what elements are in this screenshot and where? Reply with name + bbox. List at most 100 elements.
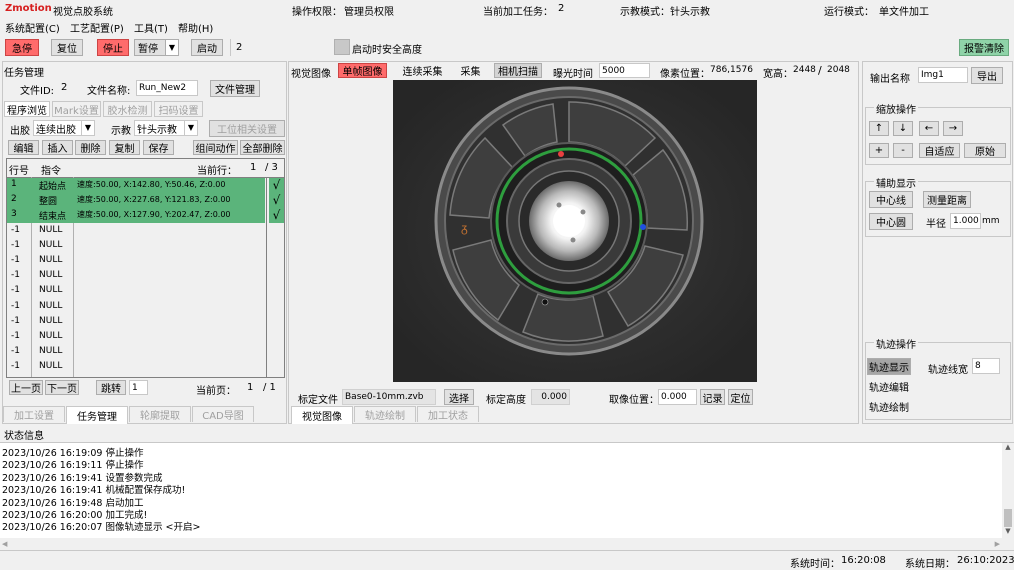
center-circle-button[interactable]: 中心圆 [869, 213, 913, 230]
table-row[interactable]: 1 起始点 速度:50.00, X:142.80, Y:50.46, Z:0.00 √ [7, 178, 284, 193]
table-row[interactable]: -1 NULL [7, 360, 265, 375]
file-mgmt-button[interactable]: 文件管理 [210, 80, 260, 97]
menu-tools[interactable]: 工具(T) [134, 20, 168, 35]
camera-image[interactable]: ᵹ [393, 80, 757, 382]
table-row[interactable]: -1 NULL [7, 315, 265, 330]
station-settings-button[interactable]: 工位相关设置 [209, 120, 285, 137]
menu-help[interactable]: 帮助(H) [178, 20, 213, 35]
vertical-scrollbar[interactable]: ▲ ▼ [1002, 443, 1014, 538]
tab-process-status[interactable]: 加工状态 [417, 406, 479, 422]
table-row[interactable]: -1 NULL [7, 269, 265, 284]
teach-select[interactable]: 针头示教 ▼ [134, 120, 198, 136]
log-line: 2023/10/26 16:19:11 停止操作 [2, 460, 144, 472]
table-row[interactable]: 2 整圆 速度:50.00, X:227.68, Y:121.83, Z:0.00 √ [7, 193, 284, 209]
zoom-in-icon[interactable]: + [869, 143, 889, 158]
calib-file-field[interactable]: Base0-10mm.zvb [342, 389, 436, 405]
row-number: -1 [11, 255, 20, 265]
edit-button[interactable]: 编辑 [8, 140, 39, 155]
delete-all-button[interactable]: 全部删除 [240, 140, 285, 155]
pause-button[interactable]: 暂停 ▼ [134, 39, 179, 56]
capture-pos-field[interactable]: 0.000 [658, 389, 697, 405]
subtab-program-browse[interactable]: 程序浏览 [4, 101, 50, 117]
output-name-field[interactable]: Img1 [918, 67, 968, 83]
table-row[interactable]: -1 NULL [7, 239, 265, 254]
reset-button[interactable]: 复位 [51, 39, 83, 56]
table-row[interactable]: -1 NULL [7, 254, 265, 269]
scroll-left-icon[interactable]: ◀ [2, 538, 7, 550]
chevron-down-icon[interactable]: ▼ [165, 40, 178, 55]
tab-contour-extract[interactable]: 轮廓提取 [129, 406, 191, 422]
dispense-select[interactable]: 连续出胶 ▼ [33, 120, 95, 136]
row-number: -1 [11, 224, 20, 235]
radius-field[interactable]: 1.000 [950, 213, 981, 229]
track-show-button[interactable]: 轨迹显示 [867, 358, 911, 375]
calib-height-field[interactable]: 0.000 [531, 389, 570, 405]
estop-button[interactable]: 急停 [5, 39, 39, 56]
row-check-icon[interactable]: √ [269, 193, 284, 209]
horizontal-scrollbar[interactable]: ◀ ▶ [0, 538, 1014, 550]
arrow-right-icon[interactable]: → [943, 121, 963, 136]
delete-button[interactable]: 删除 [75, 140, 106, 155]
capture-button[interactable]: 采集 [455, 63, 486, 78]
alarm-clear-button[interactable]: 报警清除 [959, 39, 1009, 56]
arrow-down-icon[interactable]: ↓ [893, 121, 913, 136]
stop-button[interactable]: 停止 [97, 39, 129, 56]
tab-cad-import[interactable]: CAD导图 [192, 406, 254, 422]
center-line-button[interactable]: 中心线 [869, 191, 913, 208]
table-row[interactable]: -1 NULL [7, 330, 265, 345]
row-check-icon[interactable]: √ [269, 208, 284, 224]
copy-button[interactable]: 复制 [109, 140, 140, 155]
scroll-thumb[interactable] [1004, 509, 1012, 527]
zoom-out-icon[interactable]: - [893, 143, 913, 158]
safe-height-checkbox[interactable] [334, 39, 350, 55]
exposure-field[interactable]: 5000 [599, 63, 650, 78]
track-width-field[interactable]: 8 [972, 358, 1000, 374]
subtab-mark-settings[interactable]: Mark设置 [52, 101, 101, 117]
jump-page-field[interactable]: 1 [129, 380, 148, 395]
menu-system-config[interactable]: 系统配置(C) [5, 20, 60, 35]
fit-button[interactable]: 自适应 [919, 143, 960, 158]
continuous-capture-button[interactable]: 连续采集 [398, 63, 447, 78]
row-check-icon[interactable]: √ [269, 178, 284, 193]
table-row[interactable]: -1 NULL [7, 224, 265, 239]
table-row[interactable]: -1 NULL [7, 345, 265, 360]
table-row[interactable]: -1 NULL [7, 284, 265, 299]
prev-page-button[interactable]: 上一页 [9, 380, 43, 395]
jump-button[interactable]: 跳转 [96, 380, 126, 395]
next-page-button[interactable]: 下一页 [45, 380, 79, 395]
track-draw-button[interactable]: 轨迹绘制 [867, 398, 911, 415]
subtab-scan-settings[interactable]: 扫码设置 [154, 101, 203, 117]
chevron-down-icon[interactable]: ▼ [81, 121, 94, 135]
tab-process-settings[interactable]: 加工设置 [3, 406, 65, 422]
tab-track-draw[interactable]: 轨迹绘制 [354, 406, 416, 422]
record-button[interactable]: 记录 [700, 389, 725, 405]
tab-vision-image[interactable]: 视觉图像 [291, 406, 353, 424]
insert-button[interactable]: 插入 [42, 140, 73, 155]
tab-task-management[interactable]: 任务管理 [66, 406, 128, 424]
camera-scan-button[interactable]: 相机扫描 [494, 63, 542, 78]
table-row[interactable]: -1 NULL [7, 300, 265, 315]
arrow-left-icon[interactable]: ← [919, 121, 939, 136]
calib-select-button[interactable]: 选择 [444, 389, 474, 405]
original-button[interactable]: 原始 [964, 143, 1006, 158]
menu-process-config[interactable]: 工艺配置(P) [70, 20, 124, 35]
export-button[interactable]: 导出 [971, 67, 1003, 84]
scroll-up-icon[interactable]: ▲ [1002, 443, 1014, 454]
chevron-down-icon[interactable]: ▼ [184, 121, 197, 135]
group-action-button[interactable]: 组间动作 [193, 140, 238, 155]
row-command: NULL [39, 300, 63, 311]
scroll-down-icon[interactable]: ▼ [1002, 527, 1014, 538]
arrow-up-icon[interactable]: ↑ [869, 121, 889, 136]
save-button[interactable]: 保存 [143, 140, 174, 155]
file-name-field[interactable]: Run_New2 [136, 80, 198, 96]
track-edit-button[interactable]: 轨迹编辑 [867, 378, 911, 395]
locate-button[interactable]: 定位 [728, 389, 753, 405]
subtab-glue-detect[interactable]: 胶水检测 [103, 101, 152, 117]
single-frame-button[interactable]: 单帧图像 [338, 63, 387, 78]
measure-distance-button[interactable]: 测量距离 [923, 191, 971, 208]
table-row[interactable]: 3 结束点 速度:50.00, X:127.90, Y:202.47, Z:0.00… [7, 208, 284, 224]
log-lines: 2023/10/26 16:19:09 停止操作 2023/10/26 16:19… [2, 445, 200, 533]
scroll-right-icon[interactable]: ▶ [995, 538, 1000, 550]
permission-label: 操作权限： [292, 7, 342, 18]
start-button[interactable]: 启动 [191, 39, 223, 56]
